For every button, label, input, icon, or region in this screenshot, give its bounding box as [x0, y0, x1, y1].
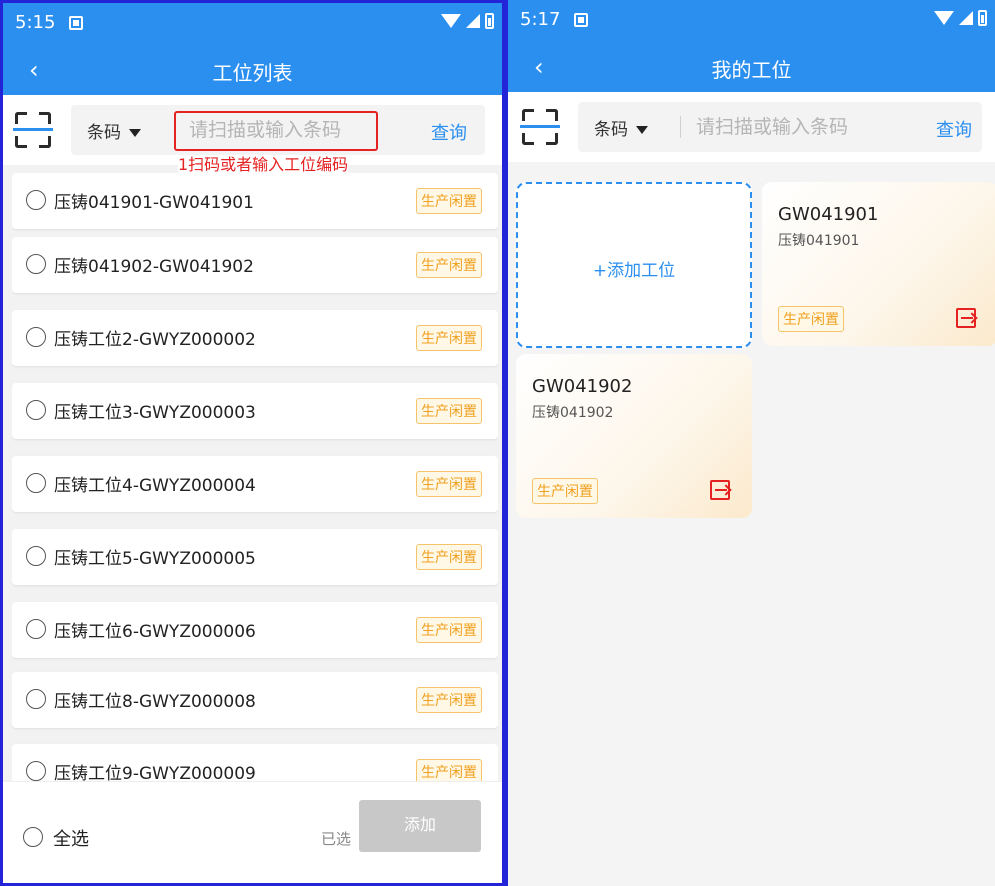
scan-icon[interactable]	[520, 109, 560, 145]
footer-bar: 全选 已选 添加	[3, 781, 502, 883]
divider	[680, 116, 681, 138]
workstation-code: GW041902	[532, 376, 633, 397]
list-item[interactable]: 压铸工位3-GWYZ000003 生产闲置	[12, 383, 498, 439]
select-radio[interactable]	[26, 190, 46, 210]
select-radio[interactable]	[26, 761, 46, 781]
list-item[interactable]: 压铸工位8-GWYZ000008 生产闲置	[12, 672, 498, 728]
select-radio[interactable]	[26, 619, 46, 639]
caret-down-icon	[636, 126, 648, 134]
select-all-label[interactable]: 全选	[53, 825, 89, 851]
status-badge: 生产闲置	[416, 398, 482, 424]
workstation-name: 压铸041902	[532, 405, 614, 421]
caret-down-icon	[129, 129, 141, 137]
signal-icon	[466, 14, 480, 28]
system-icons	[441, 13, 494, 29]
select-radio[interactable]	[26, 546, 46, 566]
page-title: 我的工位	[711, 58, 792, 82]
select-radio[interactable]	[26, 400, 46, 420]
remove-exit-icon[interactable]	[710, 480, 730, 500]
battery-icon	[978, 10, 987, 26]
workstation-code: GW041901	[778, 204, 879, 225]
status-badge: 生产闲置	[416, 252, 482, 278]
workstation-label: 压铸041902-GW041902	[54, 257, 254, 277]
search-type-label: 条码	[87, 123, 121, 143]
wifi-icon	[934, 11, 954, 25]
list-item[interactable]: 压铸工位9-GWYZ000009 生产闲置	[12, 744, 498, 785]
annotation-highlight-box	[174, 111, 378, 151]
my-workstations-grid: +添加工位 GW041901 压铸041901 生产闲置 GW041902 压铸…	[508, 182, 995, 886]
status-badge: 生产闲置	[416, 188, 482, 214]
status-badge: 生产闲置	[778, 306, 844, 332]
search-row: 条码 查询	[508, 92, 995, 162]
list-item[interactable]: 压铸041902-GW041902 生产闲置	[12, 237, 498, 293]
workstation-card[interactable]: GW041901 压铸041901 生产闲置	[762, 182, 995, 346]
status-badge: 生产闲置	[416, 325, 482, 351]
add-button[interactable]: 添加	[359, 800, 481, 852]
battery-icon	[485, 13, 494, 29]
search-type-dropdown[interactable]: 条码	[87, 118, 141, 143]
status-time: 5:15	[15, 12, 56, 33]
status-bar: 5:15	[3, 3, 502, 45]
query-button[interactable]: 查询	[431, 119, 467, 145]
list-item[interactable]: 压铸工位5-GWYZ000005 生产闲置	[12, 529, 498, 585]
add-workstation-label: +添加工位	[592, 261, 676, 281]
system-icons	[934, 10, 987, 26]
select-radio[interactable]	[26, 327, 46, 347]
list-item[interactable]: 压铸工位6-GWYZ000006 生产闲置	[12, 602, 498, 658]
workstation-label: 压铸工位3-GWYZ000003	[54, 403, 256, 423]
left-screen: 5:15 ‹ 工位列表 条码 查询 1扫码或者输入工位编码 压铸041901-G…	[0, 0, 505, 886]
search-type-label: 条码	[594, 120, 628, 140]
list-item[interactable]: 压铸工位4-GWYZ000004 生产闲置	[12, 456, 498, 512]
search-box: 条码 查询	[578, 102, 982, 152]
status-badge: 生产闲置	[416, 544, 482, 570]
workstation-name: 压铸041901	[778, 233, 860, 249]
status-badge: 生产闲置	[532, 478, 598, 504]
workstation-label: 压铸工位6-GWYZ000006	[54, 622, 256, 642]
annotation-text: 1扫码或者输入工位编码	[178, 155, 349, 174]
status-badge: 生产闲置	[416, 687, 482, 713]
select-radio[interactable]	[26, 473, 46, 493]
page-title: 工位列表	[212, 61, 293, 85]
add-workstation-card[interactable]: +添加工位	[516, 182, 752, 348]
list-item[interactable]: 压铸041901-GW041901 生产闲置	[12, 173, 498, 229]
select-all-radio[interactable]	[23, 827, 43, 847]
status-time: 5:17	[520, 9, 561, 30]
workstation-card[interactable]: GW041902 压铸041902 生产闲置	[516, 354, 752, 518]
search-input[interactable]	[696, 102, 896, 152]
nav-bar: ‹ 我的工位	[508, 42, 995, 92]
workstation-label: 压铸工位8-GWYZ000008	[54, 692, 256, 712]
status-bar: 5:17	[508, 0, 995, 42]
workstation-list: 压铸041901-GW041901 生产闲置 压铸041902-GW041902 生产…	[12, 173, 498, 785]
select-radio[interactable]	[26, 689, 46, 709]
status-badge: 生产闲置	[416, 617, 482, 643]
signal-icon	[959, 11, 973, 25]
workstation-label: 压铸工位2-GWYZ000002	[54, 330, 256, 350]
query-button[interactable]: 查询	[936, 116, 972, 142]
selected-count: 已选	[321, 830, 352, 848]
list-item[interactable]: 压铸工位2-GWYZ000002 生产闲置	[12, 310, 498, 366]
status-badge: 生产闲置	[416, 471, 482, 497]
workstation-label: 压铸041901-GW041901	[54, 193, 254, 213]
remove-exit-icon[interactable]	[956, 308, 976, 328]
notification-icon	[574, 13, 588, 27]
workstation-label: 压铸工位5-GWYZ000005	[54, 549, 256, 569]
nav-bar: ‹ 工位列表	[3, 45, 502, 95]
select-radio[interactable]	[26, 254, 46, 274]
scan-icon[interactable]	[13, 112, 53, 148]
search-type-dropdown[interactable]: 条码	[594, 115, 648, 140]
wifi-icon	[441, 14, 461, 28]
workstation-label: 压铸工位4-GWYZ000004	[54, 476, 256, 496]
right-screen: 5:17 ‹ 我的工位 条码 查询 +添加工位 GW041901 压铸04190…	[505, 0, 995, 886]
notification-icon	[69, 16, 83, 30]
